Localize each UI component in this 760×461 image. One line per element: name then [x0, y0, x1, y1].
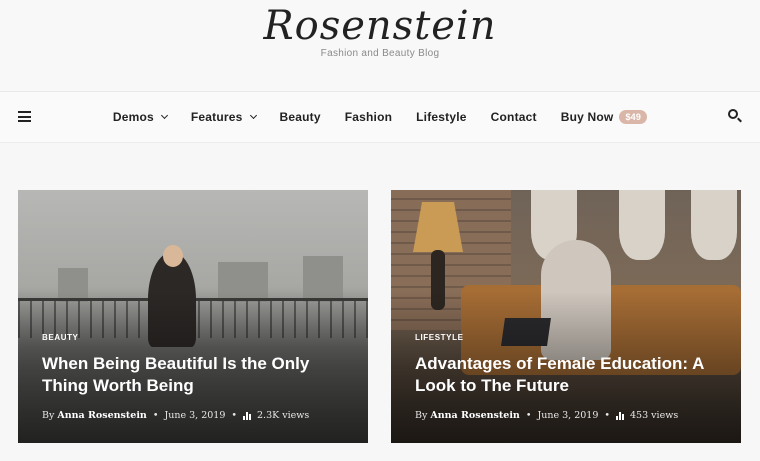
by-label: By	[415, 410, 428, 421]
site-logo[interactable]: Rosenstein	[0, 2, 760, 50]
post-meta: By Anna Rosenstein • June 3, 2019 • 2.3K…	[42, 410, 347, 421]
nav-item-contact[interactable]: Contact	[491, 110, 537, 124]
nav-item-label: Demos	[112, 110, 154, 124]
post-date: June 3, 2019	[164, 410, 226, 421]
main-navigation: Demos Features Beauty Fashion Lifestyle …	[0, 91, 760, 143]
chevron-down-icon	[249, 111, 257, 120]
post-category[interactable]: BEAUTY	[42, 333, 347, 342]
nav-item-label: Buy Now	[560, 110, 614, 124]
nav-item-label: Contact	[490, 110, 537, 124]
nav-item-fashion[interactable]: Fashion	[345, 110, 392, 124]
by-label: By	[42, 410, 55, 421]
post-content: LIFESTYLE Advantages of Female Education…	[415, 333, 720, 421]
views-chart-icon	[616, 411, 625, 420]
nav-item-features[interactable]: Features	[190, 110, 257, 124]
post-author[interactable]: Anna Rosenstein	[430, 410, 519, 421]
post-views: 2.3K views	[257, 410, 310, 421]
nav-menu: Demos Features Beauty Fashion Lifestyle …	[0, 92, 760, 142]
meta-separator: •	[152, 410, 159, 421]
chevron-down-icon	[160, 111, 168, 120]
nav-item-buy-now[interactable]: Buy Now $49	[560, 110, 648, 124]
meta-separator: •	[231, 410, 238, 421]
post-author[interactable]: Anna Rosenstein	[57, 410, 146, 421]
post-views: 453 views	[630, 410, 679, 421]
post-date: June 3, 2019	[537, 410, 599, 421]
nav-item-beauty[interactable]: Beauty	[280, 110, 321, 124]
search-icon[interactable]	[728, 109, 742, 123]
post-title[interactable]: When Being Beautiful Is the Only Thing W…	[42, 353, 347, 397]
nav-item-demos[interactable]: Demos	[112, 110, 168, 124]
nav-item-label: Features	[190, 110, 243, 124]
post-category[interactable]: LIFESTYLE	[415, 333, 720, 342]
post-meta: By Anna Rosenstein • June 3, 2019 • 453 …	[415, 410, 720, 421]
meta-separator: •	[604, 410, 611, 421]
nav-item-lifestyle[interactable]: Lifestyle	[416, 110, 467, 124]
site-tagline: Fashion and Beauty Blog	[320, 48, 440, 59]
post-title[interactable]: Advantages of Female Education: A Look t…	[415, 353, 720, 397]
nav-item-label: Beauty	[279, 110, 321, 124]
views-chart-icon	[243, 411, 252, 420]
site-header: Rosenstein Fashion and Beauty Blog	[0, 0, 760, 91]
price-badge: $49	[619, 110, 648, 124]
post-card-lifestyle[interactable]: LIFESTYLE Advantages of Female Education…	[391, 190, 741, 443]
nav-item-label: Fashion	[344, 110, 393, 124]
nav-item-label: Lifestyle	[416, 110, 467, 124]
post-content: BEAUTY When Being Beautiful Is the Only …	[42, 333, 347, 421]
post-card-beauty[interactable]: BEAUTY When Being Beautiful Is the Only …	[18, 190, 368, 443]
meta-separator: •	[525, 410, 532, 421]
